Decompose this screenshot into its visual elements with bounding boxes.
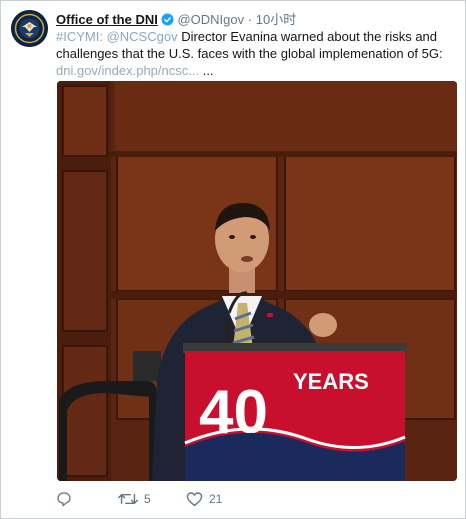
avatar[interactable] [11,10,48,47]
reply-button[interactable] [56,491,78,507]
reply-icon [56,491,72,507]
separator: · [247,12,253,27]
like-button[interactable]: 21 [186,491,222,507]
tweet-card[interactable]: Office of the DNI @ODNIgov · 10小时 #ICYMI… [0,0,466,519]
verified-icon [161,13,174,29]
display-name[interactable]: Office of the DNI [56,12,158,27]
url-link[interactable]: dni.gov/index.php/ncsc... [56,63,199,78]
retweet-icon [118,491,138,507]
handle[interactable]: @ODNIgov [177,12,244,27]
ellipsis: ... [199,63,214,78]
like-count: 21 [209,492,223,506]
tweet-photo[interactable]: 40 YEARS [57,81,457,481]
retweet-count: 5 [144,492,151,506]
hashtag-link[interactable]: #ICYMI: [56,29,103,44]
like-icon [186,491,203,507]
retweet-button[interactable]: 5 [118,491,151,507]
podium-word: YEARS [293,369,369,394]
photo-scene: 40 YEARS [57,81,457,481]
mention-link[interactable]: @NCSCgov [107,29,178,44]
timestamp[interactable]: 10小时 [256,12,296,27]
tweet-header: Office of the DNI @ODNIgov · 10小时 [56,9,296,29]
seal-icon [11,10,48,47]
